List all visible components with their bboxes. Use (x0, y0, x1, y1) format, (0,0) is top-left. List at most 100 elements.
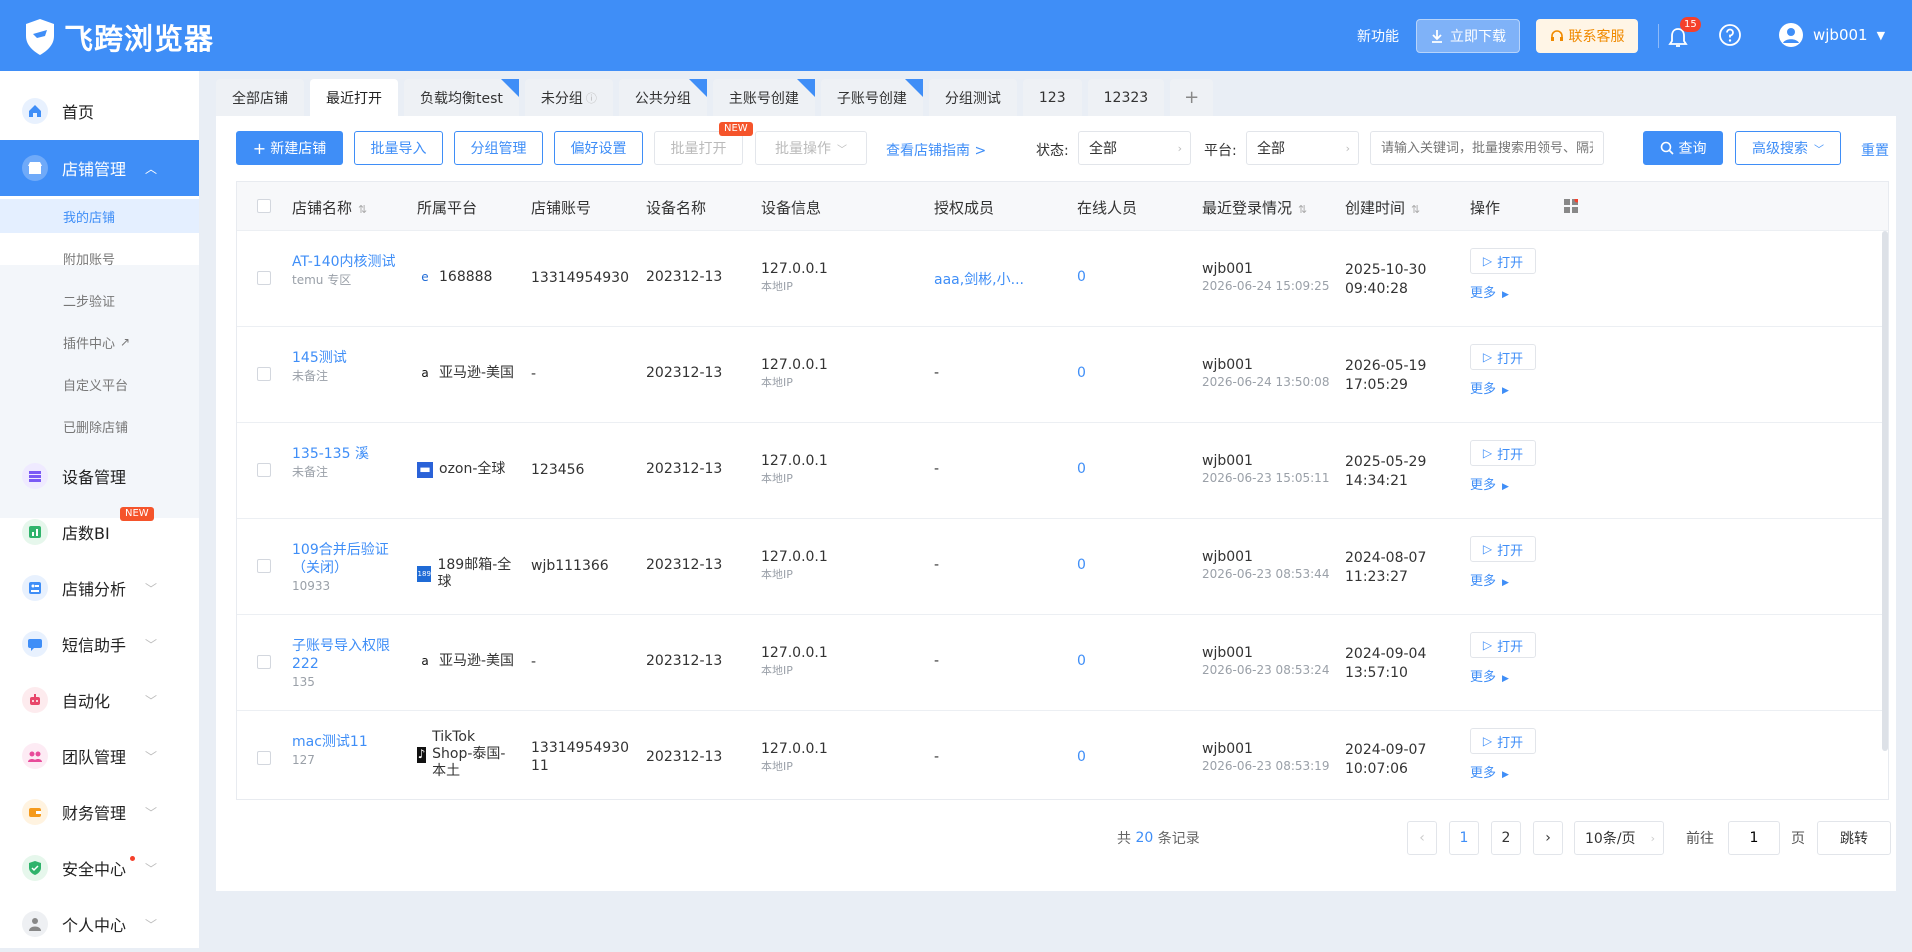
open-store-button[interactable]: ▷ 打开 (1470, 344, 1536, 370)
row-checkbox[interactable] (257, 559, 271, 573)
batch-import-button[interactable]: 批量导入 (354, 131, 443, 165)
tab-12323[interactable]: 12323 (1087, 79, 1165, 116)
row-checkbox[interactable] (257, 463, 271, 477)
row-checkbox[interactable] (257, 655, 271, 669)
online-count[interactable]: 0 (1077, 557, 1086, 573)
sidebar-item-finance-management[interactable]: 财务管理 ﹀ (0, 784, 199, 840)
goto-page-input[interactable] (1728, 821, 1780, 855)
new-features-link[interactable]: 新功能 (1357, 0, 1399, 71)
contact-service-button[interactable]: 联系客服 (1536, 19, 1638, 53)
sidebar-item-home[interactable]: 首页 (0, 83, 199, 139)
submenu-item-custom-platform[interactable]: 自定义平台 (63, 367, 199, 401)
tab-label: 公共分组 (634, 90, 691, 107)
sidebar-item-security-center[interactable]: 安全中心 ﹀ (0, 840, 199, 896)
tab-all-stores[interactable]: 全部店铺 (216, 79, 304, 116)
column-header-last-login[interactable]: 最近登录情况 ⇅ (1202, 197, 1307, 218)
sidebar-item-automation[interactable]: 自动化 ﹀ (0, 672, 199, 728)
tab-ungrouped[interactable]: 未分组 ⓘ (524, 79, 613, 116)
batch-operations-dropdown[interactable]: 批量操作 ﹀ (755, 131, 867, 165)
submenu-item-deleted-stores[interactable]: 已删除店铺 (63, 409, 199, 443)
advanced-search-button[interactable]: 高级搜索 ﹀ (1735, 131, 1841, 165)
tab-main-account-created[interactable]: 主账号创建 (712, 79, 815, 116)
online-count[interactable]: 0 (1077, 461, 1086, 477)
sidebar-item-store-management[interactable]: 店铺管理 ︿ (0, 140, 199, 196)
app-logo[interactable]: 飞跨浏览器 (24, 16, 214, 58)
platform-select[interactable]: 全部 › (1246, 131, 1359, 165)
home-icon (22, 98, 48, 124)
open-store-button[interactable]: ▷ 打开 (1470, 248, 1536, 274)
online-count[interactable]: 0 (1077, 749, 1086, 765)
tab-group-test[interactable]: 分组测试 (928, 79, 1017, 116)
store-name-link[interactable]: 109合并后验证（关闭） (292, 541, 402, 577)
more-actions-dropdown[interactable]: 更多 ▶ (1470, 570, 1509, 589)
page-size-select[interactable]: 10条/页 › (1574, 821, 1664, 855)
submenu-item-plugin-center[interactable]: 插件中心 ↗ (63, 325, 199, 359)
store-guide-link[interactable]: 查看店铺指南 > (886, 140, 986, 160)
tab-public-group[interactable]: 公共分组 (618, 79, 707, 116)
column-settings-icon[interactable] (1564, 197, 1580, 213)
shield-logo-icon (26, 19, 54, 55)
more-actions-dropdown[interactable]: 更多 ▶ (1470, 666, 1509, 685)
prev-page-button[interactable]: ‹ (1407, 821, 1437, 855)
sidebar-item-store-bi[interactable]: 店数BI (0, 504, 199, 560)
sidebar-item-sms-assistant[interactable]: 短信助手 ﹀ (0, 616, 199, 672)
store-name-link[interactable]: AT-140内核测试 (292, 253, 402, 271)
more-actions-dropdown[interactable]: 更多 ▶ (1470, 762, 1509, 781)
submenu-item-two-step-verification[interactable]: 二步验证 (63, 283, 199, 317)
more-actions-dropdown[interactable]: 更多 ▶ (1470, 474, 1509, 493)
row-checkbox[interactable] (257, 271, 271, 285)
group-management-button[interactable]: 分组管理 (454, 131, 543, 165)
open-store-button[interactable]: ▷ 打开 (1470, 536, 1536, 562)
row-checkbox[interactable] (257, 367, 271, 381)
jump-button[interactable]: 跳转 (1817, 821, 1891, 855)
sidebar-item-store-analysis[interactable]: 店铺分析 ﹀ (0, 560, 199, 616)
help-icon[interactable] (1718, 23, 1742, 47)
column-header-actions: 操作 (1470, 199, 1501, 217)
online-count[interactable]: 0 (1077, 269, 1086, 285)
new-store-button[interactable]: + 新建店铺 (236, 131, 343, 165)
open-store-button[interactable]: ▷ 打开 (1470, 440, 1536, 466)
user-menu[interactable]: wjb001 ▼ (1778, 22, 1885, 48)
sidebar-item-device-management[interactable]: 设备管理 (0, 448, 199, 504)
page-1-button[interactable]: 1 (1449, 821, 1479, 855)
mail-189-icon: 189 (417, 566, 432, 582)
column-header-created-time[interactable]: 创建时间 ⇅ (1345, 197, 1420, 218)
tab-load-balance-test[interactable]: 负载均衡test (404, 79, 519, 116)
row-checkbox[interactable] (257, 751, 271, 765)
store-name-link[interactable]: mac测试11 (292, 733, 402, 751)
open-store-button[interactable]: ▷ 打开 (1470, 728, 1536, 754)
table-scrollbar[interactable] (1882, 231, 1888, 751)
add-tab-button[interactable]: + (1170, 79, 1214, 116)
platform-name: 亚马逊-美国 (439, 365, 515, 381)
select-all-checkbox[interactable] (257, 199, 271, 213)
status-select[interactable]: 全部 › (1078, 131, 1191, 165)
submenu-item-additional-accounts[interactable]: 附加账号 (63, 241, 199, 275)
online-count[interactable]: 0 (1077, 653, 1086, 669)
page-2-button[interactable]: 2 (1491, 821, 1521, 855)
submenu-item-my-stores[interactable]: 我的店铺 (0, 199, 199, 233)
search-input[interactable] (1370, 131, 1604, 165)
open-store-button[interactable]: ▷ 打开 (1470, 632, 1536, 658)
column-header-store-name[interactable]: 店铺名称 ⇅ (292, 197, 367, 218)
tab-sub-account-created[interactable]: 子账号创建 (820, 79, 923, 116)
reset-link[interactable]: 重置 (1861, 140, 1889, 160)
next-page-button[interactable]: › (1533, 821, 1563, 855)
store-name-link[interactable]: 子账号导入权限222 (292, 637, 402, 673)
more-actions-dropdown[interactable]: 更多 ▶ (1470, 378, 1509, 397)
sidebar-item-team-management[interactable]: 团队管理 ﹀ (0, 728, 199, 784)
tab-recently-opened[interactable]: 最近打开 (310, 79, 398, 116)
tab-123[interactable]: 123 (1022, 79, 1082, 116)
online-count[interactable]: 0 (1077, 365, 1086, 381)
column-header-platform: 所属平台 (417, 199, 478, 217)
preferences-button[interactable]: 偏好设置 (554, 131, 643, 165)
table-header: 店铺名称 ⇅ 所属平台 店铺账号 设备名称 设备信息 授权成员 在线人员 最近登录… (237, 182, 1888, 231)
query-button[interactable]: 查询 (1643, 131, 1723, 165)
authorized-members[interactable]: aaa,剑彬,小... (934, 269, 1024, 289)
store-name-link[interactable]: 145测试 (292, 349, 402, 367)
sidebar-item-personal-center[interactable]: 个人中心 ﹀ (0, 896, 199, 952)
batch-open-button[interactable]: 批量打开 (654, 131, 743, 165)
more-actions-dropdown[interactable]: 更多 ▶ (1470, 282, 1509, 301)
plus-icon: + (252, 138, 267, 158)
download-button[interactable]: 立即下载 (1416, 19, 1520, 53)
store-name-link[interactable]: 135-135 溪 (292, 445, 402, 463)
